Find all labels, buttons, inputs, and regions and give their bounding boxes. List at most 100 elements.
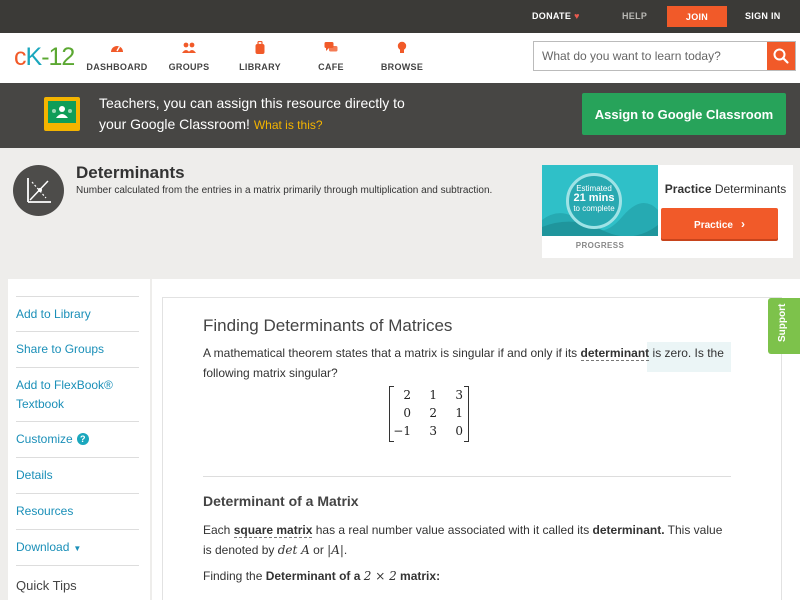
assign-google-classroom-button[interactable]: Assign to Google Classroom <box>582 93 786 135</box>
determinant-definition-paragraph: Each square matrix has a real number val… <box>203 520 733 560</box>
heart-icon: ♥ <box>574 11 580 21</box>
square-matrix-term-link[interactable]: square matrix <box>233 523 313 538</box>
p3-bold: Determinant of a <box>265 569 361 583</box>
logo-k: K <box>25 43 43 71</box>
nav-library[interactable]: LIBRARY <box>225 41 295 75</box>
p1-text-a: A mathematical theorem states that a mat… <box>203 346 581 360</box>
sidebar-item-add-to-flexbook[interactable]: Add to FlexBook® Textbook <box>16 368 139 422</box>
concept-description: Number calculated from the entries in a … <box>76 185 493 196</box>
estimated-minutes: 21 mins <box>573 192 615 204</box>
nav-browse[interactable]: BROWSE <box>367 41 437 75</box>
help-link[interactable]: HELP <box>622 11 647 21</box>
classroom-banner-text: Teachers, you can assign this resource d… <box>99 93 449 136</box>
search-button[interactable] <box>767 42 795 70</box>
intro-paragraph: A mathematical theorem states that a mat… <box>203 343 733 383</box>
practice-heading: Practice Determinants <box>658 182 793 196</box>
matrix-cell: 3 <box>455 388 463 402</box>
graph-axes-icon <box>27 178 51 203</box>
search-box <box>533 41 796 71</box>
nav-dashboard[interactable]: DASHBOARD <box>82 41 152 75</box>
abs-a-math: |A| <box>327 543 344 557</box>
concept-icon <box>13 165 64 216</box>
practice-heading-rest: Determinants <box>711 182 787 196</box>
nav-dashboard-label: DASHBOARD <box>86 62 148 72</box>
what-is-this-link[interactable]: What is this? <box>254 118 323 132</box>
matrix-cell: 2 <box>403 388 411 402</box>
google-classroom-icon <box>44 97 80 131</box>
search-icon <box>773 48 789 64</box>
practice-button[interactable]: Practice › <box>661 208 778 239</box>
p2-or: or <box>309 543 328 557</box>
join-button[interactable]: JOIN <box>667 6 727 27</box>
progress-graphic: Estimated 21 mins to complete <box>542 165 658 236</box>
sign-in-link[interactable]: SIGN IN <box>745 11 781 21</box>
chevron-right-icon: › <box>740 216 745 231</box>
logo-c: c <box>14 43 26 71</box>
main-content: Finding Determinants of Matrices A mathe… <box>152 279 800 600</box>
top-bar: DONATE ♥ HELP JOIN SIGN IN <box>0 0 800 33</box>
lesson-panel: Finding Determinants of Matrices A mathe… <box>162 297 782 600</box>
logo-num: -12 <box>41 43 75 71</box>
sidebar-item-customize[interactable]: Customize? <box>16 422 139 458</box>
progress-label: PROGRESS <box>575 241 625 250</box>
donate-link[interactable]: DONATE ♥ <box>532 11 580 21</box>
nav-groups-label: GROUPS <box>168 62 210 72</box>
nav-library-label: LIBRARY <box>239 62 281 72</box>
banner-line2: your Google Classroom! <box>99 116 250 132</box>
main-nav: cK-12 DASHBOARD GROUPS LIBRARY CAFE BROW… <box>0 33 800 83</box>
subsection-title: Determinant of a Matrix <box>203 493 359 509</box>
det-a-math: det A <box>277 543 310 557</box>
search-input[interactable] <box>534 42 768 70</box>
p3-bold-matrix: matrix: <box>400 569 441 583</box>
backpack-icon <box>255 41 265 54</box>
to-complete-label: to complete <box>573 204 615 213</box>
p2-end: . <box>343 543 348 557</box>
p2-text-a: Each <box>203 523 234 537</box>
lightbulb-icon <box>397 41 407 53</box>
matrix-bracket-right <box>464 386 469 442</box>
banner-line1: Teachers, you can assign this resource d… <box>99 95 405 111</box>
example-matrix: 2 1 3 0 2 1 −1 3 0 <box>389 386 469 442</box>
support-label: Support <box>777 303 788 342</box>
two-by-two-paragraph: Finding the Determinant of a 2 × 2 matri… <box>203 566 733 586</box>
practice-heading-bold: Practice <box>664 182 712 196</box>
sidebar-item-resources[interactable]: Resources <box>16 494 139 530</box>
matrix-cell: 0 <box>403 406 411 420</box>
nav-browse-label: BROWSE <box>380 62 424 72</box>
nav-cafe-label: CAFE <box>318 62 344 72</box>
nav-cafe[interactable]: CAFE <box>296 41 366 75</box>
p3-text-a: Finding the <box>203 569 266 583</box>
sidebar-item-details[interactable]: Details <box>16 458 139 494</box>
users-icon <box>182 42 196 53</box>
two-by-two-math: 2 × 2 <box>363 569 397 583</box>
help-circle-icon[interactable]: ? <box>76 433 89 445</box>
determinant-term-link[interactable]: determinant <box>580 346 650 361</box>
download-label: Download <box>16 540 70 554</box>
practice-button-label: Practice <box>694 219 733 231</box>
support-tab[interactable]: Support <box>768 298 800 354</box>
matrix-cell: 3 <box>429 424 437 438</box>
ck12-logo[interactable]: cK-12 <box>14 43 75 72</box>
matrix-cell: 1 <box>429 388 437 402</box>
practice-card: Estimated 21 mins to complete PROGRESS P… <box>542 165 793 258</box>
matrix-cell: −1 <box>393 424 411 438</box>
p2-bold-determinant: determinant. <box>592 523 665 537</box>
nav-groups[interactable]: GROUPS <box>154 41 224 75</box>
p2-text-b: has a real number value associated with … <box>312 523 593 537</box>
matrix-cell: 1 <box>455 406 463 420</box>
matrix-cell: 2 <box>429 406 437 420</box>
sidebar-item-download[interactable]: Download ▼ <box>16 530 139 566</box>
progress-estimate-badge: Estimated 21 mins to complete <box>566 173 622 229</box>
quick-tips-heading: Quick Tips <box>16 578 77 593</box>
section-title: Finding Determinants of Matrices <box>203 316 453 335</box>
concept-title: Determinants <box>76 163 185 182</box>
sidebar-item-share-to-groups[interactable]: Share to Groups <box>16 332 139 368</box>
classroom-banner: Teachers, you can assign this resource d… <box>0 83 800 148</box>
chat-icon <box>324 42 338 52</box>
section-divider <box>203 476 731 477</box>
sidebar-item-add-to-library[interactable]: Add to Library <box>16 296 139 332</box>
caret-down-icon: ▼ <box>73 544 82 553</box>
gauge-icon <box>111 46 123 52</box>
donate-label: DONATE <box>532 11 572 21</box>
sidebar: Add to Library Share to Groups Add to Fl… <box>8 279 150 600</box>
